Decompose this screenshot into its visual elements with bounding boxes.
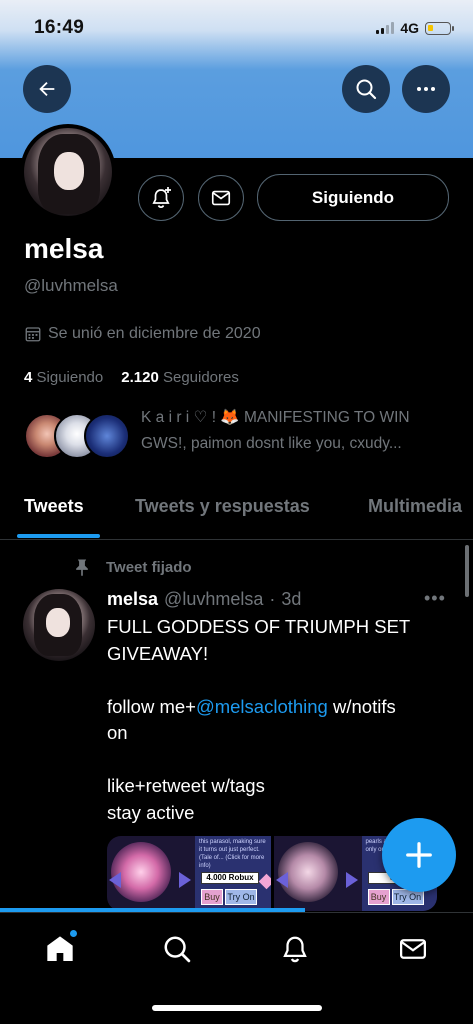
nav-messages[interactable] [393, 929, 433, 969]
following-stat[interactable]: 4 Siguiendo [24, 369, 103, 386]
scrollbar[interactable] [465, 545, 469, 597]
tweet-line: GIVEAWAY! [107, 642, 209, 664]
active-tab-indicator [17, 534, 100, 538]
nav-home[interactable] [40, 929, 80, 969]
notifications-button[interactable] [138, 175, 184, 221]
following-count: 4 [24, 369, 33, 386]
network-label: 4G [400, 20, 419, 36]
media-buy: Buy [367, 889, 390, 905]
search-button[interactable] [342, 65, 390, 113]
avatar [84, 413, 130, 459]
media-caption: this parasol, making sure it turns out j… [199, 839, 266, 869]
message-button[interactable] [198, 175, 244, 221]
join-date-text: Se unió en diciembre de 2020 [48, 325, 261, 342]
status-indicators: 4G [376, 20, 454, 36]
followers-count: 2.120 [121, 369, 159, 386]
tweet-line: follow me+@melsaclothing w/notifs [107, 695, 396, 717]
tweet-time: 3d [281, 589, 302, 609]
battery-icon [425, 21, 454, 35]
tab-tweets-replies[interactable]: Tweets y respuestas [135, 496, 310, 517]
profile-name: melsa [24, 233, 104, 264]
search-icon [356, 79, 377, 100]
back-button[interactable] [23, 65, 71, 113]
compose-tweet-button[interactable] [382, 818, 456, 892]
arrow-left-icon [109, 872, 121, 888]
compose-plus-icon [406, 842, 432, 868]
arrow-left-icon [275, 872, 288, 888]
profile-avatar[interactable] [20, 124, 116, 220]
tweet-line: like+retweet w/tags [107, 775, 265, 796]
profile-handle: @luvhmelsa [24, 276, 118, 295]
tweet-author-name[interactable]: melsa [107, 589, 158, 610]
signal-icon [376, 22, 395, 34]
pinned-text: Tweet fijado [106, 558, 192, 576]
search-icon [164, 936, 191, 963]
arrow-right-icon [179, 872, 191, 888]
pin-icon [76, 559, 88, 577]
more-icon [417, 87, 435, 91]
calendar-icon [25, 327, 41, 342]
pinned-label: Tweet fijado [72, 557, 192, 577]
back-arrow-icon [39, 81, 55, 97]
following-button[interactable]: Siguiendo [257, 174, 449, 221]
followed-by-line: GWS!, paimon dosnt like you, cxudy... [141, 435, 402, 452]
arrow-right-icon [345, 872, 358, 888]
following-label: Siguiendo [36, 369, 104, 386]
status-time: 16:49 [34, 17, 85, 38]
followers-label: Seguidores [162, 369, 239, 386]
tweet-more-icon[interactable]: ••• [424, 588, 446, 609]
tweet-line: FULL GODDESS OF TRIUMPH SET [107, 616, 411, 637]
bell-icon [283, 936, 307, 963]
profile-tabs: Tweets Tweets y respuestas Multimedia [0, 486, 473, 540]
media-image[interactable]: this parasol, making sure it turns out j… [107, 836, 271, 911]
followed-by-line: K a i r i ♡ ! 🦊 MANIFESTING TO WIN [141, 409, 410, 426]
media-try-on: Try On [225, 889, 257, 905]
followers-stat[interactable]: 2.120 Seguidores [121, 369, 239, 386]
more-options-button[interactable] [402, 65, 450, 113]
media-price: 4.000 Robux [201, 872, 259, 884]
tweet-line: on [107, 722, 128, 743]
tweet-text: FULL GODDESS OF TRIUMPH SET GIVEAWAY! fo… [107, 614, 452, 826]
notification-dot [69, 929, 78, 938]
media-buy: Buy [201, 889, 223, 905]
mention-link[interactable]: @melsaclothing [196, 696, 328, 717]
mail-icon [400, 939, 426, 959]
tab-tweets[interactable]: Tweets [24, 496, 84, 517]
followed-by-avatars[interactable] [24, 413, 130, 461]
follow-stats: 4 Siguiendo 2.120 Seguidores [24, 369, 239, 386]
tweet-author-avatar[interactable] [23, 589, 95, 661]
tweet-separator: · [269, 589, 276, 609]
tab-media[interactable]: Multimedia [368, 496, 462, 517]
mail-icon [211, 190, 231, 206]
join-date: Se unió en diciembre de 2020 [24, 325, 261, 343]
nav-search[interactable] [157, 929, 197, 969]
nav-notifications[interactable] [275, 929, 315, 969]
home-indicator[interactable] [152, 1005, 322, 1011]
bell-plus-icon [152, 187, 171, 209]
followed-by-text[interactable]: K a i r i ♡ ! 🦊 MANIFESTING TO WIN GWS!,… [141, 405, 461, 457]
tweet-header: melsa @luvhmelsa · 3d [107, 589, 301, 610]
tweet-author-handle[interactable]: @luvhmelsa [164, 589, 263, 610]
